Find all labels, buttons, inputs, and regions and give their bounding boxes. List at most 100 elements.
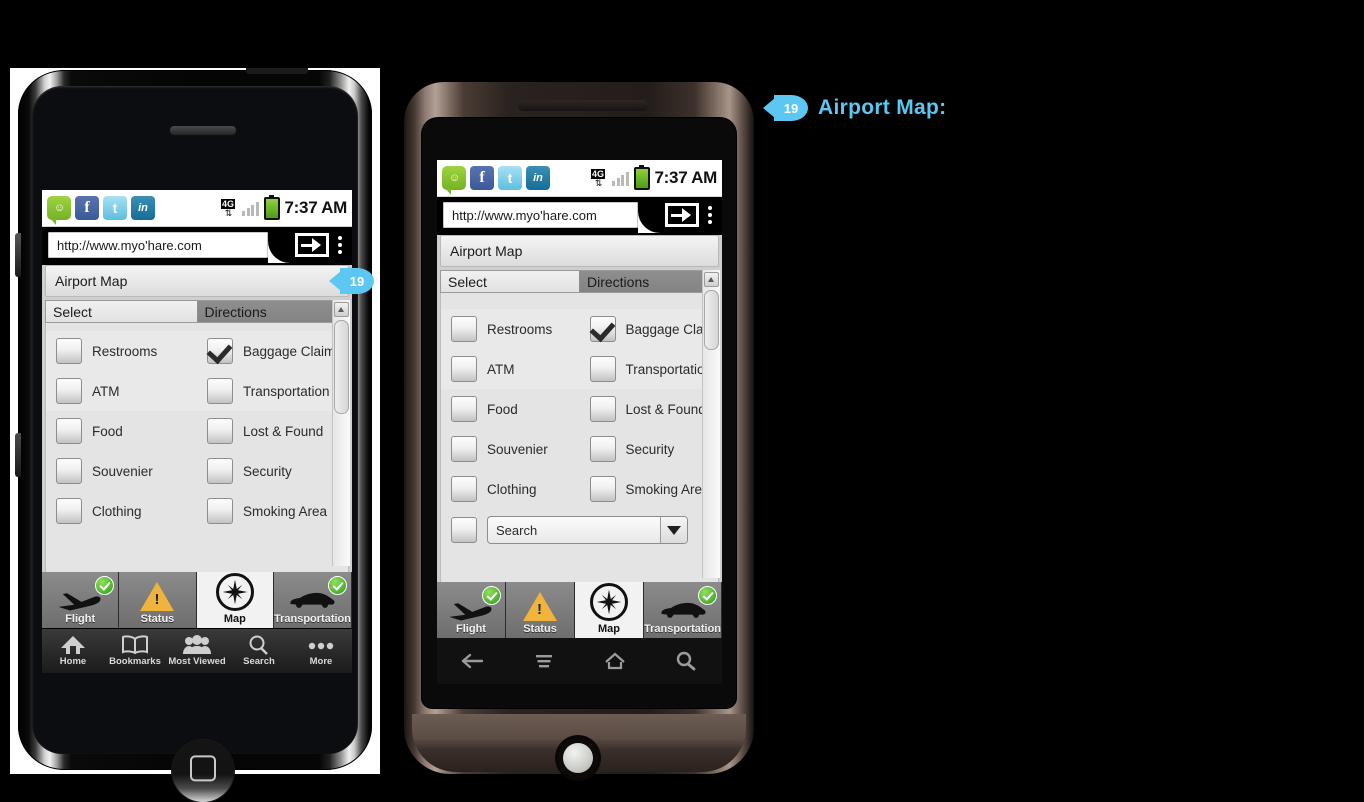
app-tab-transportation[interactable]: Transportation [644, 582, 723, 638]
checkbox-atm[interactable] [56, 378, 82, 404]
search-icon[interactable] [651, 651, 722, 671]
overflow-menu-icon[interactable] [332, 236, 348, 254]
list-item[interactable]: Lost & Found [197, 418, 348, 444]
app-tab-map[interactable]: Map [575, 582, 644, 638]
list-item[interactable]: Clothing [441, 476, 580, 502]
menu-icon[interactable] [508, 651, 579, 671]
checkbox-food[interactable] [451, 396, 477, 422]
list-item[interactable]: Smoking Area [580, 476, 719, 502]
iphone-volume-up-button[interactable] [15, 233, 21, 277]
app-tab-transportation[interactable]: Transportation [273, 572, 352, 628]
app-tab-flight[interactable]: Flight [42, 572, 120, 628]
checkbox-security[interactable] [207, 458, 233, 484]
app-tab-status[interactable]: Status [119, 572, 197, 628]
vertical-scrollbar[interactable] [332, 300, 350, 566]
list-item[interactable]: Food [46, 418, 197, 444]
table-row: Souvenier Security [46, 451, 348, 491]
list-item[interactable]: Transportation [197, 378, 348, 404]
chevron-down-icon[interactable] [660, 517, 687, 543]
toolbar-item-more[interactable]: More [290, 629, 352, 673]
list-item-label: Security [243, 463, 292, 479]
signal-icon [242, 200, 259, 216]
tab-directions[interactable]: Directions [580, 271, 718, 292]
checkbox-clothing[interactable] [451, 476, 477, 502]
checkbox-transportation[interactable] [589, 356, 616, 382]
android-trackball-button[interactable] [558, 738, 598, 778]
scrollbar-thumb[interactable] [334, 320, 349, 414]
status-badge [95, 576, 115, 595]
list-item[interactable]: Restrooms [46, 338, 197, 364]
checkbox-clothing[interactable] [56, 498, 82, 524]
checkbox-restrooms[interactable] [56, 338, 82, 364]
list-item[interactable]: Baggage Claim [197, 338, 348, 364]
overflow-menu-icon[interactable] [702, 206, 718, 224]
list-item[interactable]: Security [197, 458, 348, 484]
magnifier-icon [249, 635, 268, 655]
toolbar-item-most-viewed[interactable]: Most Viewed [166, 629, 228, 673]
checkbox-food[interactable] [56, 418, 82, 444]
url-input[interactable]: http://www.myo'hare.com [48, 232, 268, 258]
tab-select[interactable]: Select [46, 301, 198, 322]
list-item[interactable]: Security [580, 436, 719, 462]
list-item[interactable]: Smoking Area [197, 498, 348, 524]
list-item[interactable]: Transportation [580, 356, 719, 382]
list-item[interactable]: Souvenier [441, 436, 580, 462]
checkbox-smoking-area[interactable] [589, 476, 616, 502]
iphone-power-button[interactable] [246, 68, 308, 74]
list-item[interactable]: Restrooms [441, 316, 580, 342]
table-row: Restrooms Baggage Claim [46, 331, 348, 371]
checkbox-atm[interactable] [451, 356, 477, 382]
url-input[interactable]: http://www.myo'hare.com [443, 202, 638, 228]
vertical-scrollbar[interactable] [702, 270, 720, 578]
go-arrow-icon[interactable] [295, 233, 329, 257]
callout-annotation: 19 Airport Map: [774, 95, 946, 121]
facebook-icon: f [75, 196, 99, 220]
toolbar-item-home[interactable]: Home [42, 629, 104, 673]
toolbar-item-bookmarks[interactable]: Bookmarks [104, 629, 166, 673]
home-icon[interactable] [580, 651, 651, 671]
list-item[interactable]: Clothing [46, 498, 197, 524]
scrollbar-thumb[interactable] [704, 290, 719, 350]
checkbox-lost-and-found[interactable] [589, 396, 616, 422]
search-select[interactable]: Search [487, 516, 688, 544]
page-tabs: Select Directions [440, 270, 719, 293]
checkbox-baggage-claim[interactable] [207, 338, 233, 364]
list-item[interactable]: Souvenier [46, 458, 197, 484]
checkbox-restrooms[interactable] [451, 316, 477, 342]
back-icon[interactable] [437, 651, 508, 671]
list-item[interactable]: ATM [46, 378, 197, 404]
checkbox-transportation[interactable] [207, 378, 233, 404]
app-tab-label: Status [140, 613, 175, 625]
page-title: Airport Map [45, 265, 349, 297]
checkbox-baggage-claim[interactable] [589, 316, 616, 342]
checkbox-souvenier[interactable] [451, 436, 477, 462]
app-tab-label: Transportation [644, 623, 722, 635]
toolbar-item-label: More [309, 656, 333, 667]
list-item[interactable]: Food [441, 396, 580, 422]
tab-select[interactable]: Select [441, 271, 580, 292]
scroll-up-arrow-icon[interactable] [334, 302, 349, 317]
iphone-screen: ☺ f t in 4G ⇅ 7:37 AM http://www.myo'har… [42, 190, 352, 673]
warning-icon [140, 582, 175, 611]
checkbox-search[interactable] [451, 517, 477, 543]
list-item[interactable]: ATM [441, 356, 580, 382]
list-item-label: Smoking Area [625, 481, 710, 497]
list-item-label: Smoking Area [243, 503, 328, 519]
app-tab-flight[interactable]: Flight [437, 582, 506, 638]
go-arrow-icon[interactable] [665, 203, 699, 227]
iphone-volume-down-button[interactable] [15, 433, 21, 477]
list-item-label: Restrooms [92, 343, 158, 359]
list-item[interactable]: Lost & Found [580, 396, 719, 422]
app-tab-map[interactable]: Map [196, 572, 274, 628]
battery-icon [263, 194, 280, 220]
list-item[interactable]: Baggage Claim [580, 316, 719, 342]
toolbar-item-search[interactable]: Search [228, 629, 290, 673]
checkbox-security[interactable] [589, 436, 616, 462]
checkbox-souvenier[interactable] [56, 458, 82, 484]
tab-directions[interactable]: Directions [197, 301, 348, 322]
checkbox-smoking-area[interactable] [207, 498, 233, 524]
checkbox-lost-and-found[interactable] [207, 418, 233, 444]
app-tab-status[interactable]: Status [506, 582, 575, 638]
iphone-home-button[interactable] [172, 740, 234, 802]
scroll-up-arrow-icon[interactable] [704, 272, 719, 287]
